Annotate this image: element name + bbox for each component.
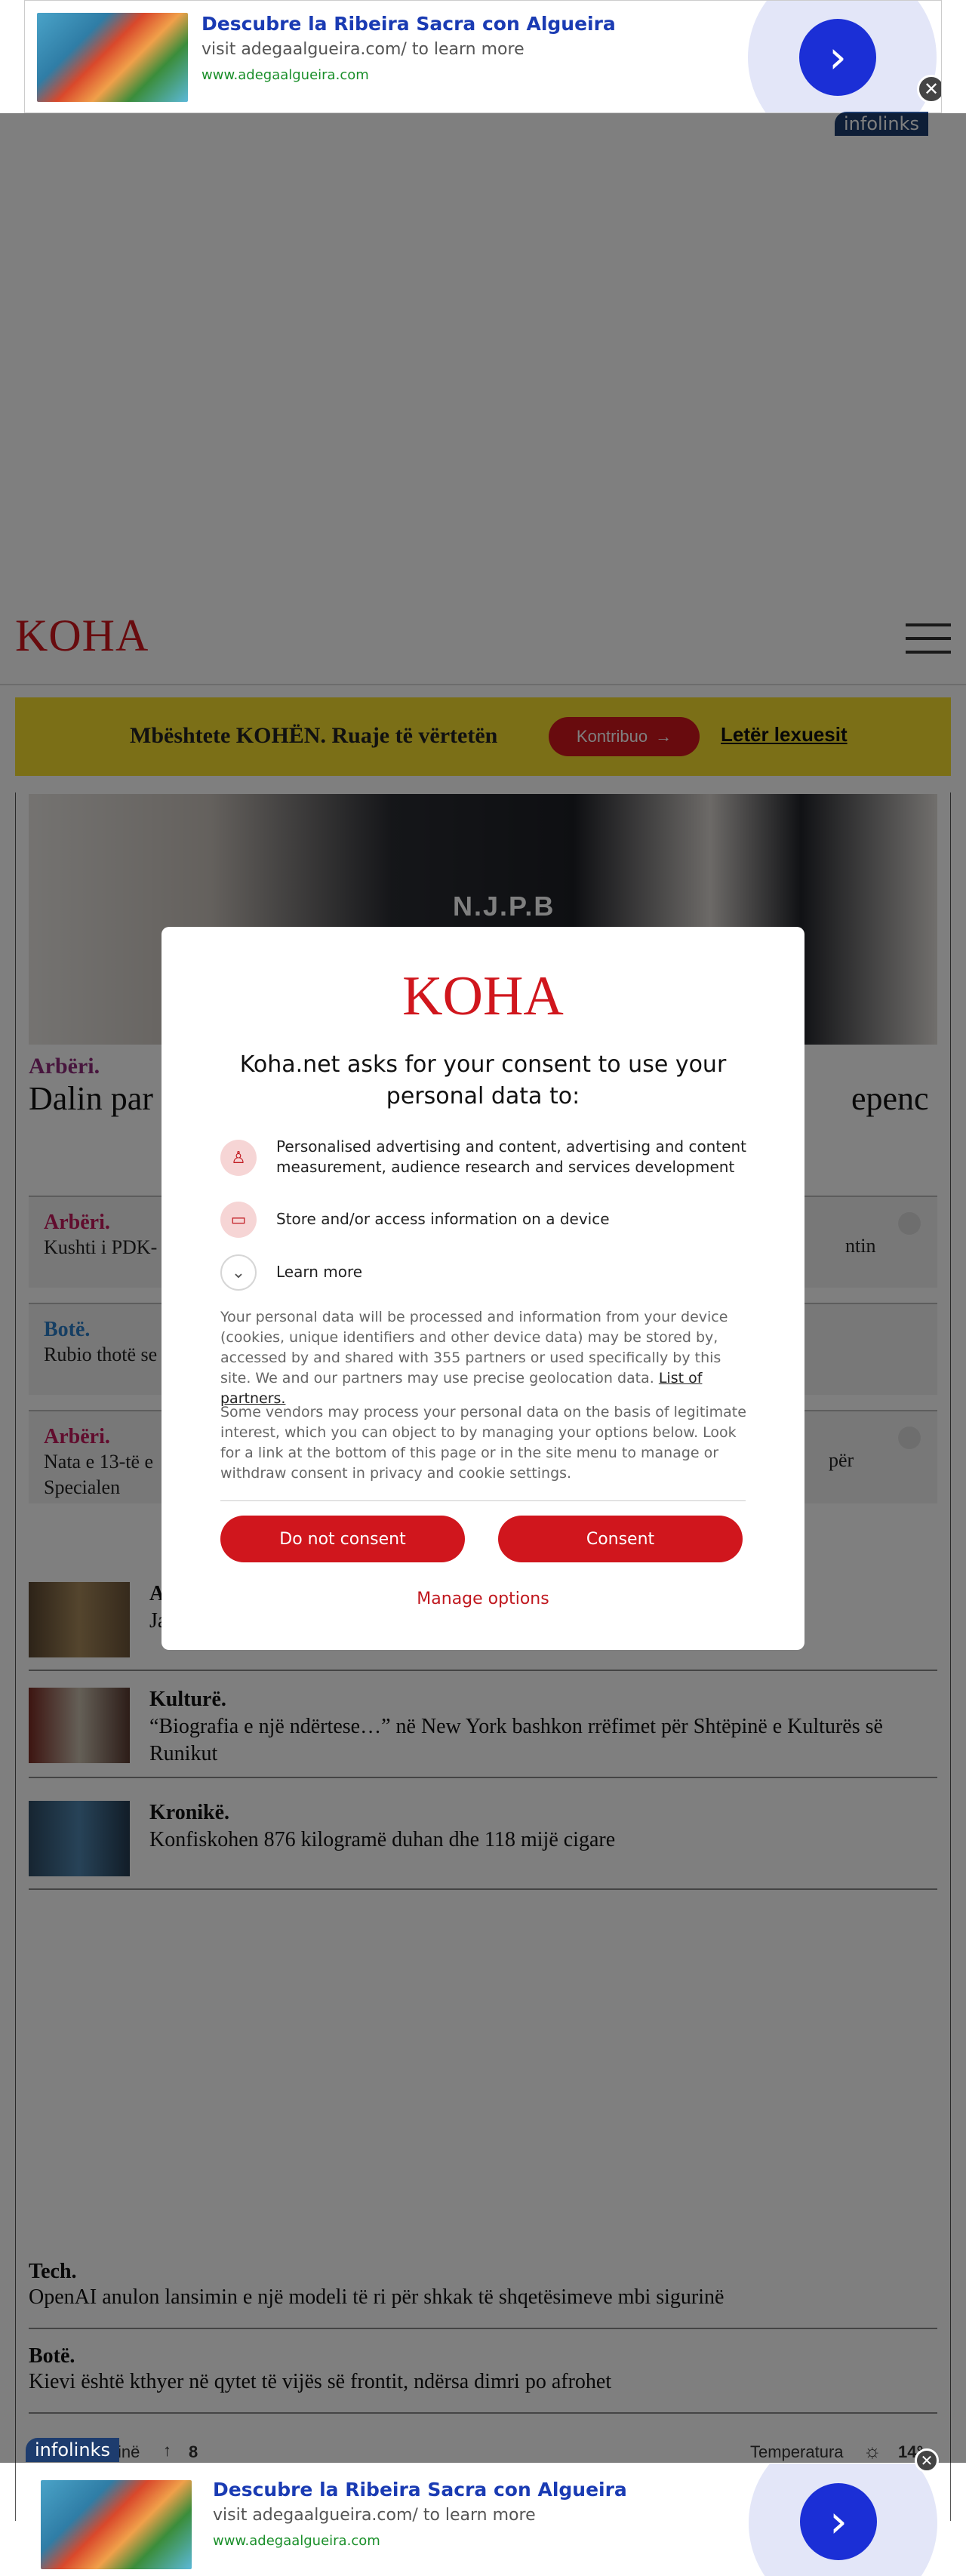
ad-url[interactable]: www.adegaalgueira.com xyxy=(202,67,369,83)
ad-title[interactable]: Descubre la Ribeira Sacra con Algueira xyxy=(213,2479,627,2501)
consent-paragraph-2: Some vendors may process your personal d… xyxy=(220,1404,746,1482)
consent-paragraph-text: Your personal data will be processed and… xyxy=(220,1309,728,1386)
do-not-consent-button[interactable]: Do not consent xyxy=(220,1516,465,1562)
ad-description: visit adegaalgueira.com/ to learn more xyxy=(213,2506,536,2525)
ad-url[interactable]: www.adegaalgueira.com xyxy=(213,2533,380,2549)
learn-more-label[interactable]: Learn more xyxy=(276,1262,759,1282)
ad-description: visit adegaalgueira.com/ to learn more xyxy=(202,40,525,59)
divider xyxy=(220,1500,746,1501)
consent-logo: KOHA xyxy=(402,965,564,1027)
consent-paragraph: Your personal data will be processed and… xyxy=(220,1307,749,1409)
close-icon[interactable]: ✕ xyxy=(917,75,941,103)
ad-image[interactable] xyxy=(37,13,188,102)
purpose-text: Store and/or access information on a dev… xyxy=(276,1210,610,1228)
chevron-down-icon[interactable]: ⌄ xyxy=(220,1254,257,1291)
person-icon: ♙ xyxy=(220,1140,257,1176)
ad-title[interactable]: Descubre la Ribeira Sacra con Algueira xyxy=(202,13,616,35)
ad-image[interactable] xyxy=(41,2480,192,2569)
top-ad-banner[interactable]: Descubre la Ribeira Sacra con Algueira v… xyxy=(24,0,942,113)
consent-button[interactable]: Consent xyxy=(498,1516,743,1562)
chevron-right-icon[interactable]: › xyxy=(799,19,876,96)
bottom-ad-banner[interactable]: Descubre la Ribeira Sacra con Algueira v… xyxy=(26,2464,940,2576)
consent-heading: Koha.net asks for your consent to use yo… xyxy=(239,1051,727,1109)
consent-dialog: KOHA Koha.net asks for your consent to u… xyxy=(162,927,804,1650)
manage-options-link[interactable]: Manage options xyxy=(162,1590,804,1608)
chevron-right-icon[interactable]: › xyxy=(800,2483,877,2560)
devices-icon: ▭ xyxy=(220,1202,257,1238)
purpose-text: Personalised advertising and content, ad… xyxy=(276,1137,747,1176)
infolinks-tag-bottom[interactable]: infolinks xyxy=(26,2438,119,2462)
close-icon[interactable]: ✕ xyxy=(915,2448,939,2473)
